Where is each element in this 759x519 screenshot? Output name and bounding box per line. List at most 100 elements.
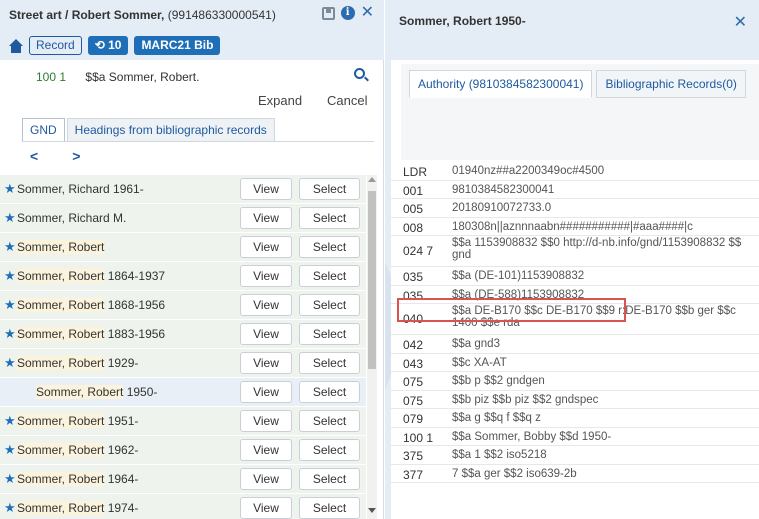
star-icon: ★ [4, 326, 16, 341]
heading-row[interactable]: ★ Sommer, Robert 1929- View Select [0, 349, 366, 378]
marc-value: $$a (DE-101)1153908832 [452, 270, 585, 282]
cancel-link[interactable]: Cancel [327, 93, 367, 108]
heading-name: Sommer, Robert [17, 240, 105, 254]
heading-row[interactable]: ★ Sommer, Robert 1883-1956 View Select [0, 320, 366, 349]
select-button[interactable]: Select [299, 468, 360, 490]
version-badge[interactable]: ⟲ 10 [87, 36, 129, 55]
tab-headings-from-bib[interactable]: Headings from bibliographic records [66, 118, 275, 142]
record-badge[interactable]: Record [29, 36, 82, 55]
select-button[interactable]: Select [299, 294, 360, 316]
view-button[interactable]: View [240, 265, 292, 287]
view-button[interactable]: View [240, 236, 292, 258]
scroll-up-icon[interactable] [368, 177, 376, 182]
select-button[interactable]: Select [299, 178, 360, 200]
field-tag: 100 1 [36, 70, 67, 84]
prev-page-icon[interactable]: < [30, 148, 38, 164]
marc-value: 20180910072733.0 [452, 202, 552, 214]
heading-row[interactable]: ★ Sommer, Robert 1974- View Select [0, 494, 366, 519]
view-button[interactable]: View [240, 497, 292, 519]
marc-field-row[interactable]: LDR 01940nz##a2200349oc#4500 [391, 162, 759, 181]
marc-field-row[interactable]: 005 20180910072733.0 [391, 199, 759, 218]
marc-tag: 024 7 [403, 244, 434, 258]
marc-value: $$a Sommer, Bobby $$d 1950- [452, 430, 612, 443]
home-icon[interactable] [9, 38, 23, 53]
tab-bibliographic-records[interactable]: Bibliographic Records(0) [596, 70, 746, 98]
view-button[interactable]: View [240, 294, 292, 316]
tab-authority[interactable]: Authority (9810384582300041) [409, 70, 593, 98]
heading-row[interactable]: ★ Sommer, Robert 1864-1937 View Select [0, 262, 366, 291]
heading-row[interactable]: ★ Sommer, Robert 1962- View Select [0, 436, 366, 465]
marc-field-row[interactable]: 024 7 $$a 1153908832 $$0 http://d-nb.info… [391, 236, 759, 267]
marc-field-row[interactable]: 043 $$c XA-AT [391, 354, 759, 372]
scrollbar[interactable] [367, 175, 377, 519]
marc-tag: 005 [403, 202, 424, 216]
marc-tag: 100 1 [403, 430, 434, 445]
heading-match: Sommer, Robert [17, 240, 105, 254]
marc-field-row[interactable]: 079 $$a g $$q f $$q z [391, 409, 759, 428]
close-icon[interactable]: ✕ [361, 5, 374, 21]
info-icon[interactable]: i [340, 6, 355, 20]
marc-value: $$a gnd3 [452, 338, 500, 350]
select-button[interactable]: Select [299, 236, 360, 258]
select-button[interactable]: Select [299, 323, 360, 345]
view-button[interactable]: View [240, 178, 292, 200]
marc-field-row[interactable]: 042 $$a gnd3 [391, 335, 759, 354]
scroll-down-icon[interactable] [368, 508, 376, 513]
expand-link[interactable]: Expand [258, 93, 302, 108]
heading-row[interactable]: ★ Sommer, Richard M. View Select [0, 204, 366, 233]
marc-type-badge[interactable]: MARC21 Bib [134, 36, 221, 55]
marc-field-row[interactable]: 375 $$a 1 $$2 iso5218 [391, 446, 759, 465]
select-button[interactable]: Select [299, 497, 360, 519]
heading-text: 1951- [104, 414, 139, 428]
select-button[interactable]: Select [299, 352, 360, 374]
select-button[interactable]: Select [299, 439, 360, 461]
view-button[interactable]: View [240, 323, 292, 345]
marc-field-row[interactable]: 075 $$b p $$2 gndgen [391, 372, 759, 391]
marc-field-row[interactable]: 001 9810384582300041 [391, 181, 759, 199]
heading-row[interactable]: ★ Sommer, Robert View Select [0, 233, 366, 262]
star-icon: ★ [4, 181, 16, 196]
view-button[interactable]: View [240, 207, 292, 229]
marc-value: 9810384582300041 [452, 183, 555, 196]
heading-row[interactable]: ★ Sommer, Robert 1868-1956 View Select [0, 291, 366, 320]
select-button[interactable]: Select [299, 265, 360, 287]
marc-field-row[interactable]: 377 7 $$a ger $$2 iso639-2b [391, 465, 759, 483]
authority-header: Sommer, Robert 1950- ✕ [391, 0, 759, 60]
marc-field-row[interactable]: 008 180308n||aznnnaabn###########|#aaa###… [391, 218, 759, 236]
select-button[interactable]: Select [299, 381, 360, 403]
heading-match: Sommer, Robert [17, 356, 105, 370]
save-icon[interactable] [321, 6, 335, 20]
marc-tag: 035 [403, 270, 424, 284]
marc-value: 01940nz##a2200349oc#4500 [452, 165, 605, 177]
select-button[interactable]: Select [299, 410, 360, 432]
star-icon: ★ [4, 210, 16, 225]
star-icon: ★ [4, 268, 16, 283]
marc-field-row[interactable]: 100 1 $$a Sommer, Bobby $$d 1950- [391, 428, 759, 446]
authority-title: Sommer, Robert 1950- [399, 14, 526, 28]
heading-row[interactable]: ★ Sommer, Robert 1964- View Select [0, 465, 366, 494]
marc-tag: 043 [403, 356, 424, 371]
version-count: 10 [108, 38, 122, 52]
heading-row[interactable]: Sommer, Robert 1950- View Select [0, 378, 366, 407]
heading-text: 1962- [104, 443, 139, 457]
star-icon: ★ [4, 239, 16, 254]
marc-value: $$a g $$q f $$q z [452, 412, 541, 424]
record-title-text: Street art / Robert Sommer, [9, 8, 165, 22]
view-button[interactable]: View [240, 468, 292, 490]
search-icon[interactable] [354, 68, 365, 79]
view-button[interactable]: View [240, 352, 292, 374]
view-button[interactable]: View [240, 381, 292, 403]
marc-field-row[interactable]: 035 $$a (DE-101)1153908832 [391, 267, 759, 286]
close-icon[interactable]: ✕ [734, 12, 747, 32]
next-page-icon[interactable]: > [72, 148, 80, 164]
scroll-thumb[interactable] [368, 191, 376, 369]
heading-row[interactable]: ★ Sommer, Richard 1961- View Select [0, 175, 366, 204]
marc-field-row[interactable]: 075 $$b piz $$b piz $$2 gndspec [391, 391, 759, 409]
view-button[interactable]: View [240, 410, 292, 432]
tab-gnd[interactable]: GND [22, 118, 65, 142]
record-title: Street art / Robert Sommer, (99148633000… [9, 8, 276, 22]
select-button[interactable]: Select [299, 207, 360, 229]
heading-name: Sommer, Robert 1951- [17, 414, 138, 428]
heading-row[interactable]: ★ Sommer, Robert 1951- View Select [0, 407, 366, 436]
view-button[interactable]: View [240, 439, 292, 461]
